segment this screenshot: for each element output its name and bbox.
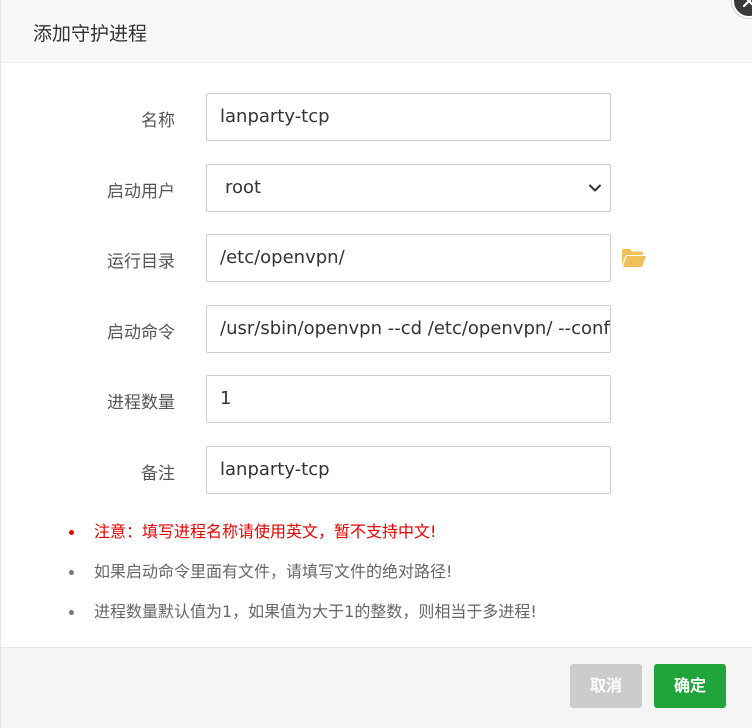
user-label: 启动用户: [107, 182, 175, 202]
note-item: 如果启动命令里面有文件，请填写文件的绝对路径!: [69, 562, 537, 582]
close-icon: [742, 0, 752, 8]
note-text: 注意：填写进程名称请使用英文，暂不支持中文!: [94, 522, 437, 541]
run-dir-label: 运行目录: [107, 252, 175, 272]
add-daemon-dialog: 添加守护进程 名称 lanparty-tcp 启动用户 root 运行目录 /e…: [0, 0, 752, 728]
form-row-remark: 备注 lanparty-tcp: [1, 446, 752, 494]
note-text: 如果启动命令里面有文件，请填写文件的绝对路径!: [94, 562, 453, 581]
form-row-process-count: 进程数量 1: [1, 375, 752, 423]
name-input[interactable]: lanparty-tcp: [206, 93, 611, 141]
form-row-run-dir: 运行目录 /etc/openvpn/: [1, 234, 752, 282]
command-input[interactable]: /usr/sbin/openvpn --cd /etc/openvpn/ --c…: [206, 305, 611, 353]
dialog-title: 添加守护进程: [33, 23, 148, 45]
bullet-icon: [69, 530, 74, 535]
notes-list: 注意：填写进程名称请使用英文，暂不支持中文! 如果启动命令里面有文件，请填写文件…: [69, 522, 537, 642]
note-item: 进程数量默认值为1，如果值为大于1的整数，则相当于多进程!: [69, 602, 537, 622]
user-select-value: root: [225, 177, 262, 198]
note-text: 进程数量默认值为1，如果值为大于1的整数，则相当于多进程!: [94, 602, 537, 621]
folder-open-icon[interactable]: [621, 248, 647, 268]
confirm-button[interactable]: 确定: [654, 664, 726, 708]
bullet-icon: [69, 610, 74, 615]
dialog-footer: 取消 确定: [1, 647, 752, 728]
dialog-header: 添加守护进程: [1, 0, 752, 63]
cancel-button[interactable]: 取消: [570, 664, 642, 708]
process-count-input[interactable]: 1: [206, 375, 611, 423]
form-row-command: 启动命令 /usr/sbin/openvpn --cd /etc/openvpn…: [1, 305, 752, 353]
run-dir-input[interactable]: /etc/openvpn/: [206, 234, 611, 282]
name-label: 名称: [141, 111, 175, 131]
remark-label: 备注: [141, 464, 175, 484]
form-row-name: 名称 lanparty-tcp: [1, 93, 752, 141]
form-row-user: 启动用户 root: [1, 164, 752, 212]
chevron-down-icon: [589, 184, 601, 192]
remark-input[interactable]: lanparty-tcp: [206, 446, 611, 494]
user-select[interactable]: root: [206, 164, 611, 212]
bullet-icon: [69, 570, 74, 575]
process-count-label: 进程数量: [107, 393, 175, 413]
command-label: 启动命令: [107, 323, 175, 343]
note-item-warning: 注意：填写进程名称请使用英文，暂不支持中文!: [69, 522, 537, 542]
